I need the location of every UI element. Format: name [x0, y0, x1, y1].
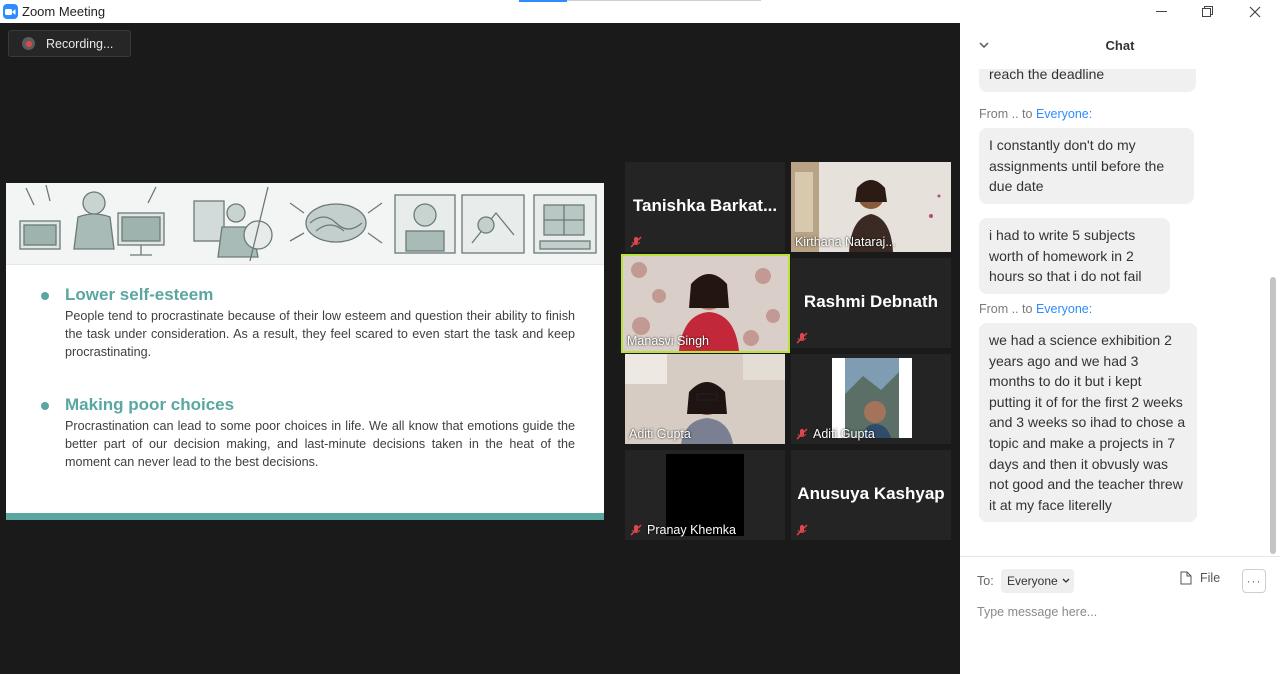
participant-tile[interactable]: Pranay Khemka: [625, 450, 785, 540]
participant-name: Aditi Gupta: [813, 427, 875, 441]
muted-mic-icon: [796, 524, 808, 536]
participant-tile[interactable]: Kirthana Nataraj...: [791, 162, 951, 252]
participant-name: Aditi Gupta: [629, 427, 691, 441]
close-icon: [1249, 6, 1261, 17]
participant-tile[interactable]: Tanishka Barkat...: [625, 162, 785, 252]
ellipsis-icon: ···: [1246, 574, 1262, 588]
file-button[interactable]: File: [1180, 571, 1220, 585]
recipient-value: Everyone: [1007, 574, 1058, 588]
participant-tile-active-speaker[interactable]: Manasvi Singh: [621, 254, 790, 353]
recipient-select[interactable]: Everyone: [1001, 569, 1074, 593]
divider: [960, 556, 1280, 557]
title-bar: Zoom Meeting: [0, 0, 1280, 23]
slide-illustration-banner: [6, 183, 604, 265]
message-input[interactable]: [977, 601, 1257, 623]
muted-mic-icon: [630, 236, 642, 248]
chat-title: Chat: [1105, 38, 1135, 53]
view-indicator: [519, 0, 567, 2]
chat-message: I constantly don't do my assignments unt…: [979, 128, 1194, 204]
participant-name: Pranay Khemka: [647, 523, 736, 537]
participant-name: Manasvi Singh: [627, 334, 709, 348]
chat-sender: From .. to: [979, 302, 1036, 316]
chevron-down-icon: [1062, 578, 1070, 583]
bullet-icon: [41, 402, 49, 410]
chat-message-list[interactable]: reach the deadline From .. to Everyone: …: [960, 69, 1270, 556]
procrastination-illustration: [19, 184, 597, 262]
slide-footer-bar: [6, 513, 604, 520]
muted-mic-icon: [796, 332, 808, 344]
chat-message: reach the deadline: [979, 69, 1196, 92]
file-icon: [1180, 571, 1192, 585]
record-icon: [22, 37, 35, 50]
participant-name: Anusuya Kashyap: [797, 484, 945, 503]
chat-sender-line: From .. to Everyone:: [979, 107, 1092, 121]
view-indicator-track: [567, 0, 761, 1]
participant-tile[interactable]: Anusuya Kashyap: [791, 450, 951, 540]
participant-name: Rashmi Debnath: [803, 292, 939, 311]
chat-panel: Chat reach the deadline From .. to Every…: [960, 23, 1280, 674]
muted-mic-icon: [796, 428, 808, 440]
chat-message: i had to write 5 subjects worth of homew…: [979, 218, 1170, 294]
file-label: File: [1200, 571, 1221, 585]
recording-label: Recording...: [46, 36, 114, 51]
shared-screen-slide: Lower self-esteem People tend to procras…: [6, 183, 604, 520]
restore-button[interactable]: [1185, 0, 1231, 23]
chat-sender: From .. to: [979, 107, 1036, 121]
chat-sender-line: From .. to Everyone:: [979, 302, 1092, 316]
to-label: To:: [977, 574, 994, 588]
chat-recipient-link[interactable]: Everyone:: [1036, 107, 1092, 121]
slide-point-heading: Making poor choices: [65, 395, 235, 414]
chat-message: we had a science exhibition 2 years ago …: [979, 323, 1197, 523]
recording-indicator[interactable]: Recording...: [8, 30, 131, 57]
meeting-stage: Recording... Lower self-esteem People te…: [0, 23, 960, 674]
participant-tile[interactable]: Rashmi Debnath: [791, 258, 951, 348]
muted-mic-icon: [630, 524, 642, 536]
minimize-icon: [1156, 10, 1167, 12]
slide-point-heading: Lower self-esteem: [65, 285, 214, 304]
participant-name: Tanishka Barkat...: [632, 196, 778, 215]
close-button[interactable]: [1232, 0, 1278, 23]
bullet-icon: [41, 292, 49, 300]
restore-icon: [1202, 5, 1213, 17]
zoom-app-icon: [3, 4, 18, 19]
participant-name: Kirthana Nataraj...: [795, 235, 896, 249]
slide-point-body: Procrastination can lead to some poor ch…: [65, 419, 575, 469]
window-title: Zoom Meeting: [22, 4, 106, 19]
participant-tile[interactable]: Aditi Gupta: [791, 354, 951, 444]
slide-point-body: People tend to procrastinate because of …: [65, 309, 575, 359]
more-options-button[interactable]: ···: [1242, 569, 1266, 593]
minimize-button[interactable]: [1139, 0, 1185, 23]
chat-recipient-link[interactable]: Everyone:: [1036, 302, 1092, 316]
participant-tile[interactable]: Aditi Gupta: [625, 354, 785, 444]
chat-scrollbar[interactable]: [1270, 277, 1276, 554]
